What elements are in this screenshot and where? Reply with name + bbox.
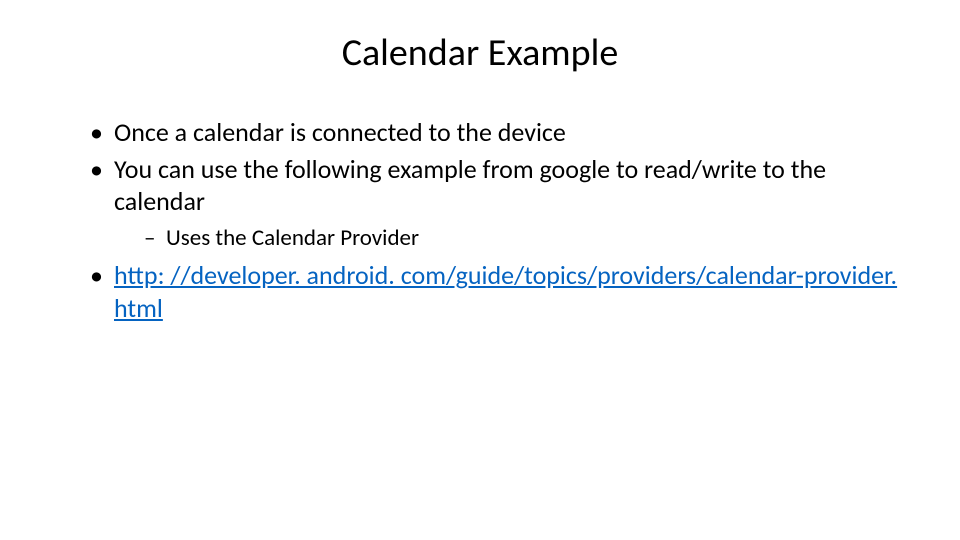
list-item: Once a calendar is connected to the devi…: [90, 116, 900, 149]
calendar-provider-link[interactable]: http: //developer. android. com/guide/to…: [114, 259, 897, 324]
bullet-text: Once a calendar is connected to the devi…: [114, 116, 566, 148]
bullet-list: Once a calendar is connected to the devi…: [60, 116, 900, 324]
sub-bullet-list: Uses the Calendar Provider: [114, 224, 900, 254]
bullet-text: You can use the following example from g…: [114, 153, 826, 218]
list-item: You can use the following example from g…: [90, 153, 900, 254]
slide-title: Calendar Example: [60, 30, 900, 76]
sub-bullet-text: Uses the Calendar Provider: [166, 224, 419, 252]
list-item: Uses the Calendar Provider: [144, 224, 900, 254]
list-item: http: //developer. android. com/guide/to…: [90, 259, 900, 324]
